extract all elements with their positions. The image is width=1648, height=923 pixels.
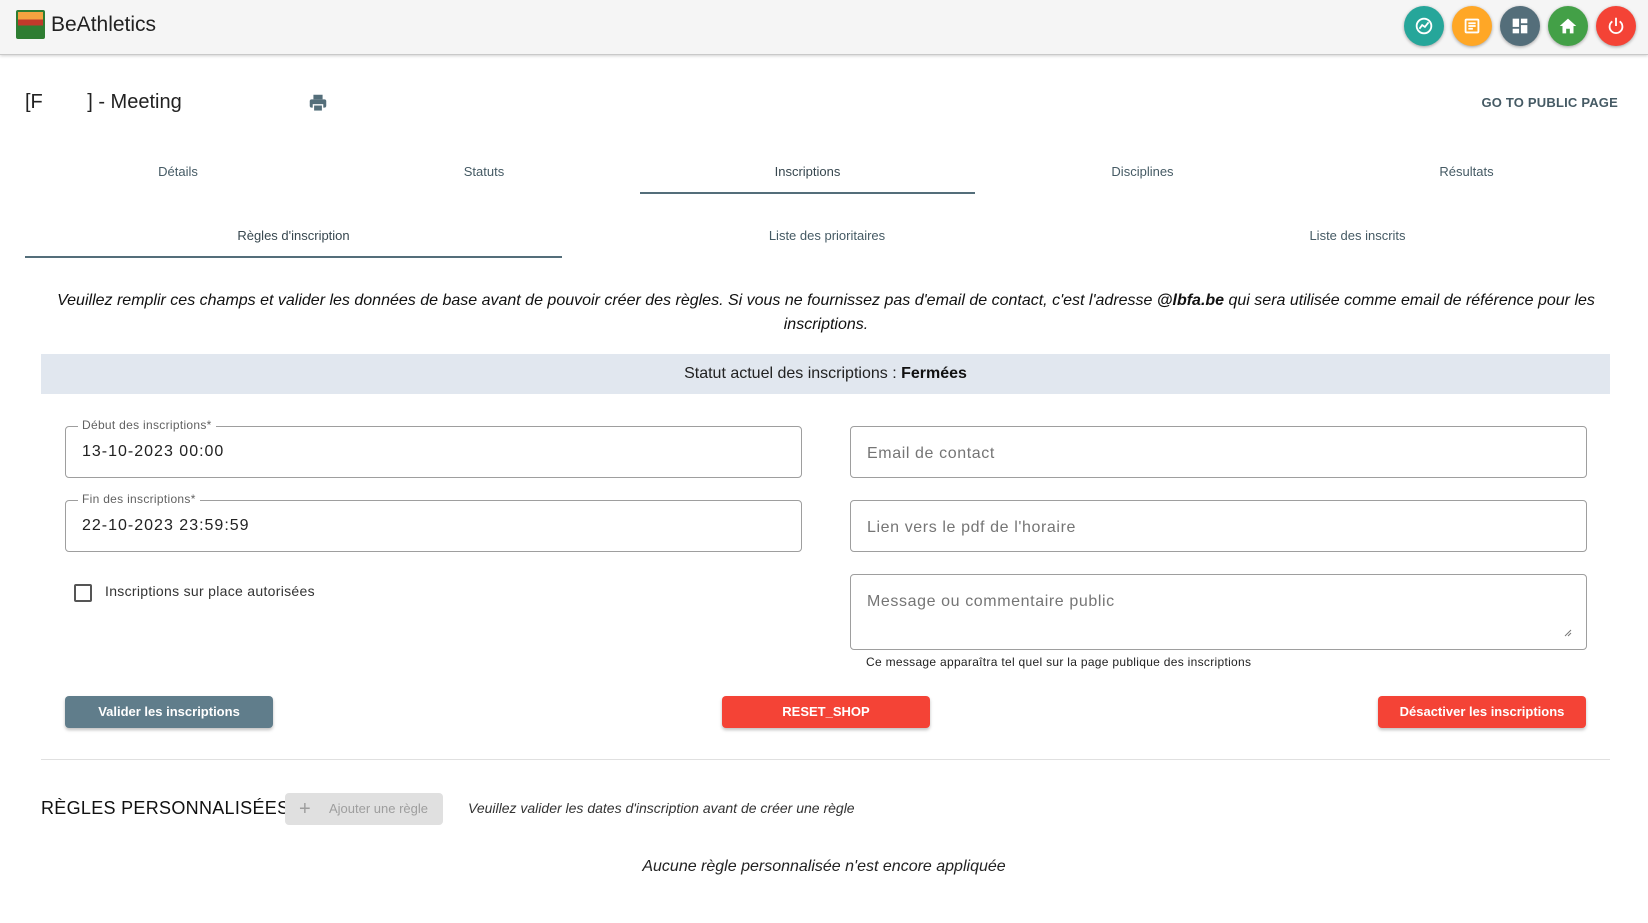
reset-shop-button[interactable]: RESET_SHOP xyxy=(722,696,930,728)
end-date-value: 22-10-2023 23:59:59 xyxy=(82,517,250,534)
print-icon[interactable] xyxy=(307,92,329,114)
validate-inscriptions-button[interactable]: Valider les inscriptions xyxy=(65,696,273,728)
beathletics-logo[interactable] xyxy=(16,10,45,39)
schedule-pdf-placeholder: Lien vers le pdf de l'horaire xyxy=(867,519,1077,536)
public-message-textarea[interactable]: Message ou commentaire public xyxy=(850,574,1587,650)
no-rules-message: Aucune règle personnalisée n'est encore … xyxy=(642,858,1006,875)
meeting-title: [F ] - Meeting xyxy=(25,91,182,113)
top-app-bar: BeAthletics xyxy=(0,0,1648,55)
main-tabs: Détails Statuts Inscriptions Disciplines… xyxy=(25,152,1623,194)
end-date-field[interactable]: Fin des inscriptions* 22-10-2023 23:59:5… xyxy=(65,492,802,552)
go-to-public-page-link[interactable]: GO TO PUBLIC PAGE xyxy=(1481,95,1618,110)
notice-text-before: Veuillez remplir ces champs et valider l… xyxy=(57,292,1157,309)
status-value: Fermées xyxy=(901,365,967,382)
dashboard-icon[interactable] xyxy=(1500,6,1540,46)
add-rule-label: Ajouter une règle xyxy=(329,801,429,816)
tab-details[interactable]: Détails xyxy=(25,152,331,194)
notice-email: @lbfa.be xyxy=(1156,292,1225,309)
subtab-liste-inscrits[interactable]: Liste des inscrits xyxy=(1092,216,1623,258)
contact-email-placeholder: Email de contact xyxy=(867,445,995,462)
home-icon[interactable] xyxy=(1548,6,1588,46)
tab-disciplines[interactable]: Disciplines xyxy=(975,152,1310,194)
end-date-label: Fin des inscriptions* xyxy=(78,492,200,506)
onsite-checkbox[interactable] xyxy=(74,584,92,602)
start-date-label: Début des inscriptions* xyxy=(78,418,216,432)
subtab-liste-prioritaires[interactable]: Liste des prioritaires xyxy=(562,216,1092,258)
brand-name[interactable]: BeAthletics xyxy=(51,13,156,37)
plus-icon: + xyxy=(299,798,311,820)
deactivate-inscriptions-button[interactable]: Désactiver les inscriptions xyxy=(1378,696,1586,728)
status-label: Statut actuel des inscriptions : xyxy=(684,365,902,382)
stats-icon[interactable] xyxy=(1404,6,1444,46)
schedule-pdf-link-field[interactable]: Lien vers le pdf de l'horaire xyxy=(850,500,1587,552)
top-actions xyxy=(1404,6,1636,46)
power-icon[interactable] xyxy=(1596,6,1636,46)
subtab-regles-inscription[interactable]: Règles d'inscription xyxy=(25,216,562,258)
add-rule-button[interactable]: + Ajouter une règle xyxy=(285,793,443,825)
public-message-placeholder: Message ou commentaire public xyxy=(867,593,1115,610)
status-bar: Statut actuel des inscriptions : Fermées xyxy=(41,354,1610,394)
start-date-value: 13-10-2023 00:00 xyxy=(82,443,225,460)
onsite-checkbox-label[interactable]: Inscriptions sur place autorisées xyxy=(105,583,315,599)
rules-hint: Veuillez valider les dates d'inscription… xyxy=(468,800,855,816)
contact-email-field[interactable]: Email de contact xyxy=(850,426,1587,478)
start-date-field[interactable]: Début des inscriptions* 13-10-2023 00:00 xyxy=(65,418,802,478)
public-message-hint: Ce message apparaîtra tel quel sur la pa… xyxy=(866,655,1252,669)
tab-inscriptions[interactable]: Inscriptions xyxy=(640,152,975,194)
resize-grip-icon[interactable] xyxy=(1564,629,1572,637)
custom-rules-title: RÈGLES PERSONNALISÉES xyxy=(41,798,290,818)
section-divider xyxy=(41,759,1610,760)
news-icon[interactable] xyxy=(1452,6,1492,46)
tab-statuts[interactable]: Statuts xyxy=(331,152,637,194)
notice-text: Veuillez remplir ces champs et valider l… xyxy=(40,289,1612,337)
tab-resultats[interactable]: Résultats xyxy=(1310,152,1623,194)
sub-tabs: Règles d'inscription Liste des prioritai… xyxy=(25,216,1623,258)
